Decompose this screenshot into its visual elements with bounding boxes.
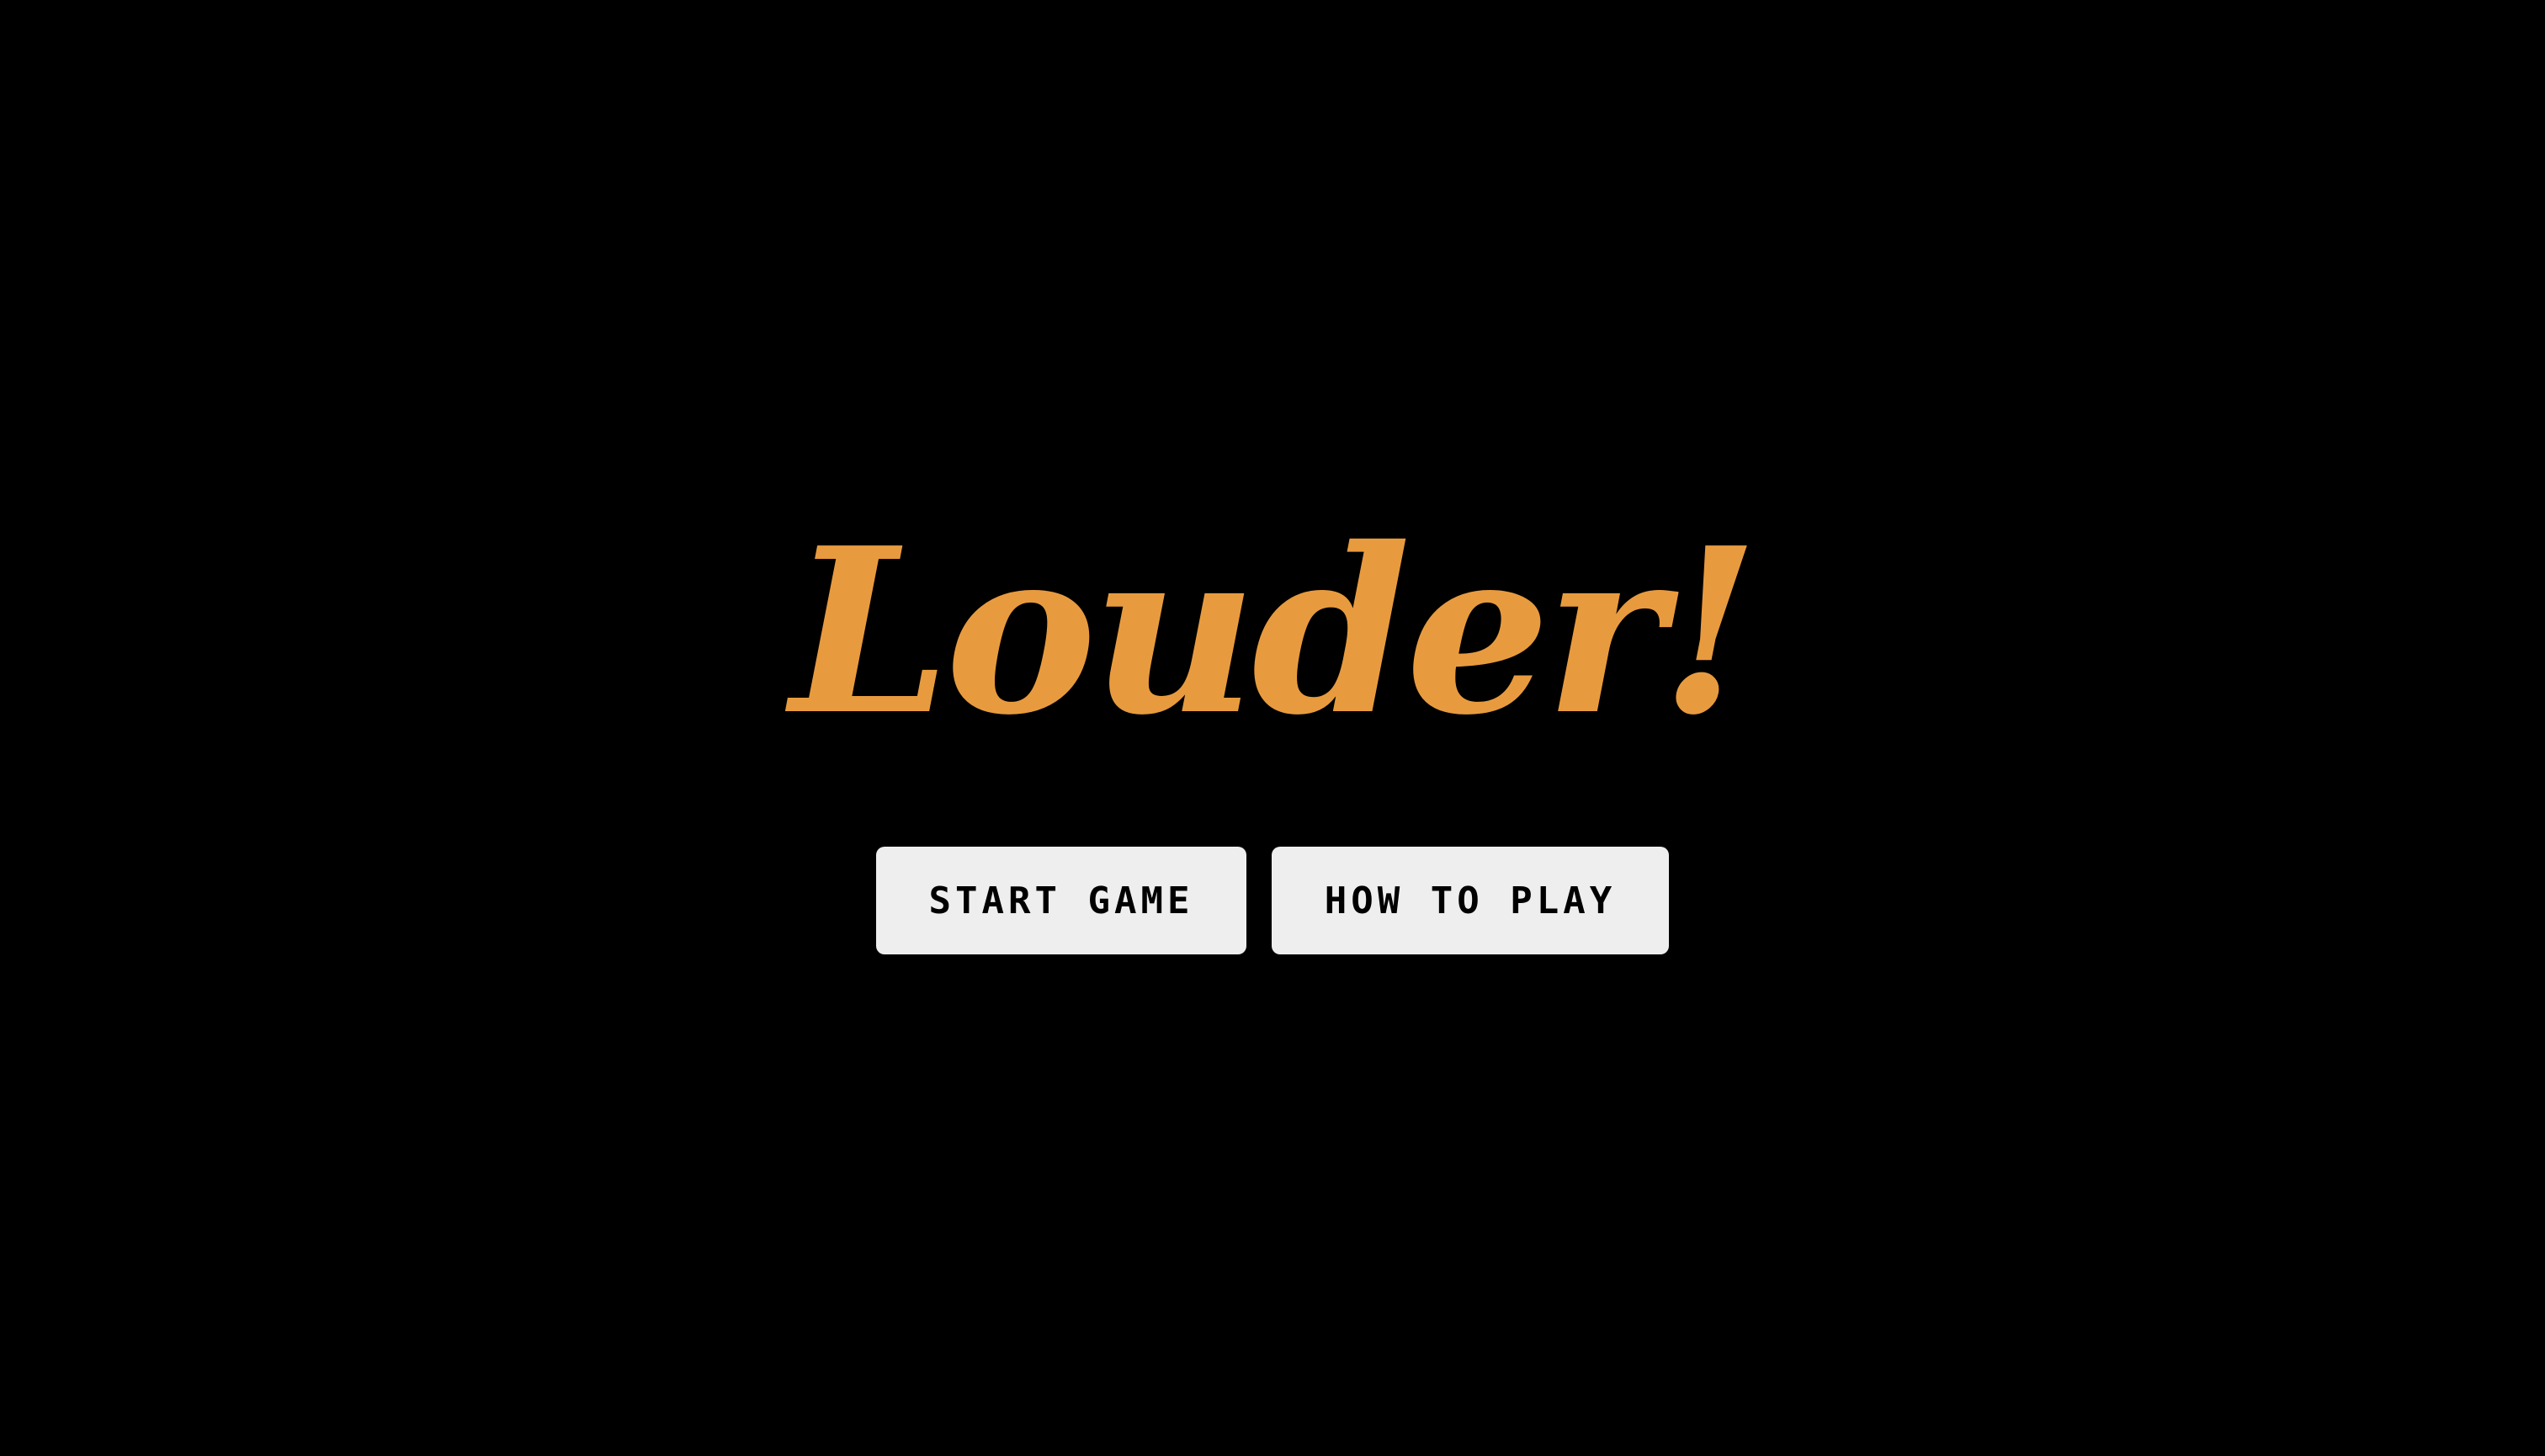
- title-screen: Louder! START GAME HOW TO PLAY: [0, 0, 2545, 1456]
- start-game-button[interactable]: START GAME: [876, 847, 1246, 954]
- main-menu: START GAME HOW TO PLAY: [0, 847, 2545, 954]
- game-title: Louder!: [790, 497, 1760, 765]
- how-to-play-button[interactable]: HOW TO PLAY: [1272, 847, 1669, 954]
